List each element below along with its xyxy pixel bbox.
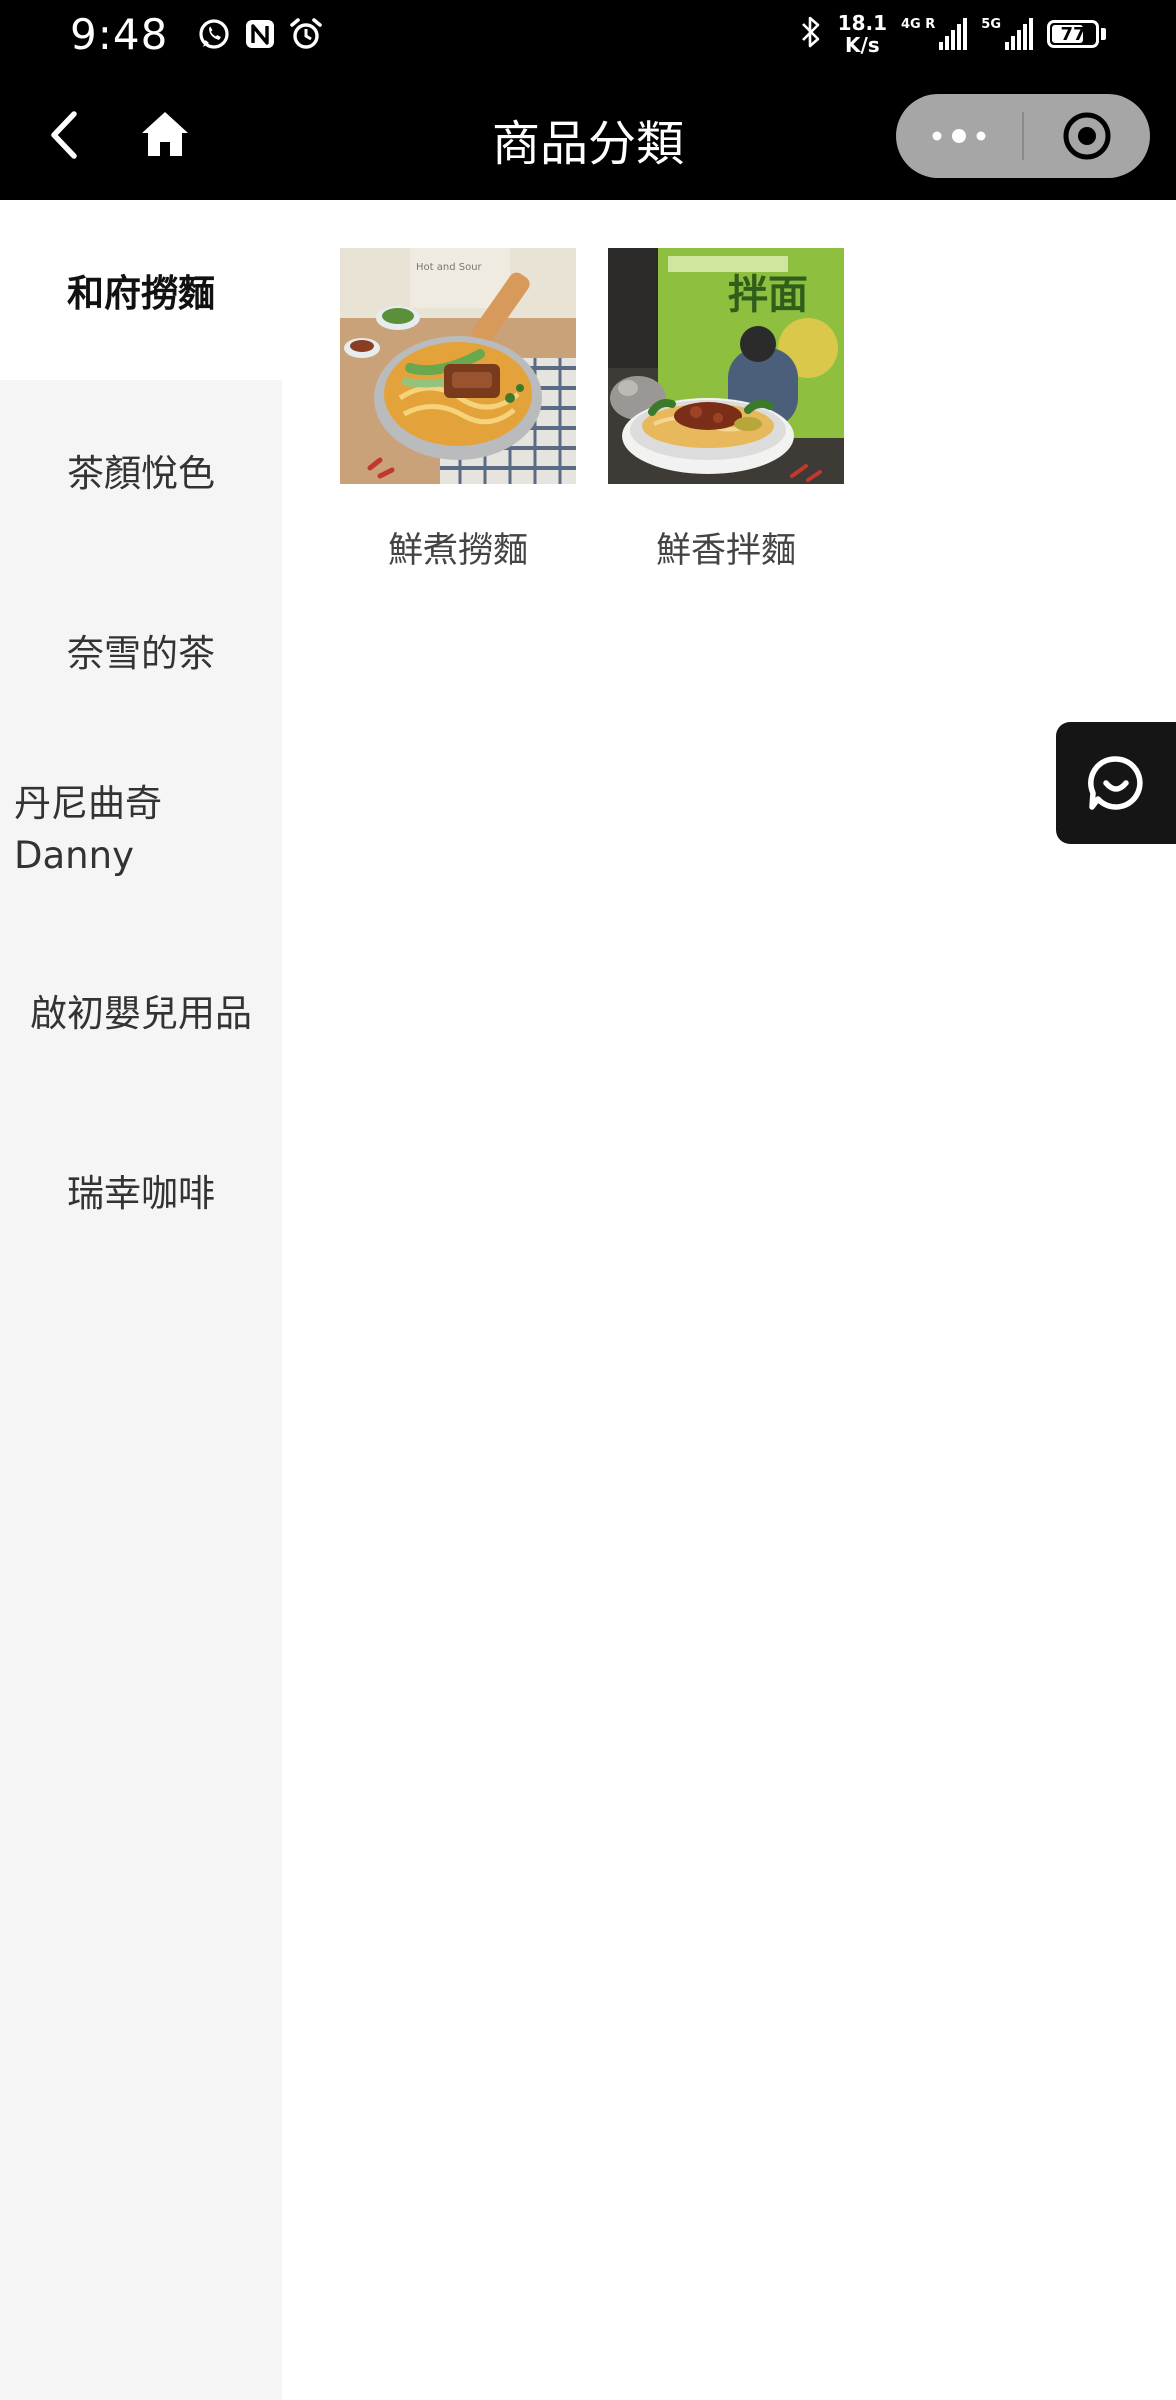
sidebar-item-qichu-baby[interactable]: 啟初嬰兒用品	[0, 920, 282, 1100]
battery-icon: 77	[1047, 20, 1099, 48]
status-system-icons: 18.1 K/s 4G R 5G 77	[798, 12, 1106, 56]
product-image-noodle-soup: Hot and Sour	[340, 248, 576, 484]
capsule-close-button[interactable]	[1024, 94, 1150, 178]
app-root: 9:48 18.1 K/s 4G R 5G 77 商品分類 和府撈麵 茶顏悅色 …	[0, 0, 1176, 2400]
network-speed-value: 18.1	[837, 11, 888, 35]
sidebar-item-label: 奈雪的茶	[67, 632, 215, 675]
status-time: 9:48	[70, 10, 169, 59]
sidebar-item-nayuki-tea[interactable]: 奈雪的茶	[0, 560, 282, 740]
alarm-icon	[288, 16, 324, 56]
status-notification-icons	[196, 16, 324, 56]
sidebar-item-danny-cookies[interactable]: 丹尼曲奇 Danny	[0, 740, 282, 920]
product-grid: Hot and Sour 鮮煮撈麵 拌面 鮮香拌麵	[282, 200, 1176, 2400]
whatsapp-icon	[196, 16, 232, 56]
sidebar-item-label: 啟初嬰兒用品	[30, 992, 252, 1035]
svg-text:Hot and Sour: Hot and Sour	[416, 262, 483, 273]
battery-level: 77	[1060, 23, 1086, 45]
signal-strength-2: 5G	[981, 18, 1033, 50]
bluetooth-icon	[798, 14, 824, 54]
nav-header: 商品分類	[0, 72, 1176, 200]
product-name: 鮮煮撈麵	[387, 531, 528, 571]
product-card[interactable]: Hot and Sour 鮮煮撈麵	[334, 248, 582, 573]
product-card[interactable]: 拌面 鮮香拌麵	[602, 248, 850, 573]
battery-cap	[1101, 28, 1106, 40]
signal-2-label: 5G	[981, 17, 1001, 32]
svg-text:拌面: 拌面	[728, 272, 808, 318]
mini-program-capsule	[896, 94, 1150, 178]
sidebar-item-hefu-noodles[interactable]: 和府撈麵	[0, 200, 282, 380]
signal-1-label: 4G R	[901, 17, 936, 32]
more-dots-icon	[932, 129, 986, 143]
status-bar: 9:48 18.1 K/s 4G R 5G 77	[0, 0, 1176, 72]
chat-bubble-icon	[1088, 756, 1143, 810]
sidebar-item-label: 和府撈麵	[67, 272, 215, 315]
sidebar-item-luckin-coffee[interactable]: 瑞幸咖啡	[0, 1100, 282, 1280]
target-circle-icon	[1063, 112, 1111, 160]
capsule-more-button[interactable]	[896, 94, 1022, 178]
product-image-mixed-noodles: 拌面	[608, 248, 844, 484]
network-speed-unit: K/s	[844, 33, 880, 57]
sidebar-item-label: 茶顏悅色	[67, 452, 215, 495]
signal-strength-1: 4G R	[901, 17, 968, 50]
customer-service-button[interactable]	[1056, 722, 1176, 844]
sidebar-item-label: 瑞幸咖啡	[67, 1172, 215, 1215]
product-name: 鮮香拌麵	[655, 531, 796, 571]
sidebar-item-label: 丹尼曲奇 Danny	[14, 782, 162, 877]
nfc-icon	[242, 16, 278, 56]
sidebar-item-chayan-yuese[interactable]: 茶顏悅色	[0, 380, 282, 560]
category-sidebar: 和府撈麵 茶顏悅色 奈雪的茶 丹尼曲奇 Danny 啟初嬰兒用品 瑞幸咖啡	[0, 200, 282, 2400]
network-speed: 18.1 K/s	[838, 12, 887, 56]
